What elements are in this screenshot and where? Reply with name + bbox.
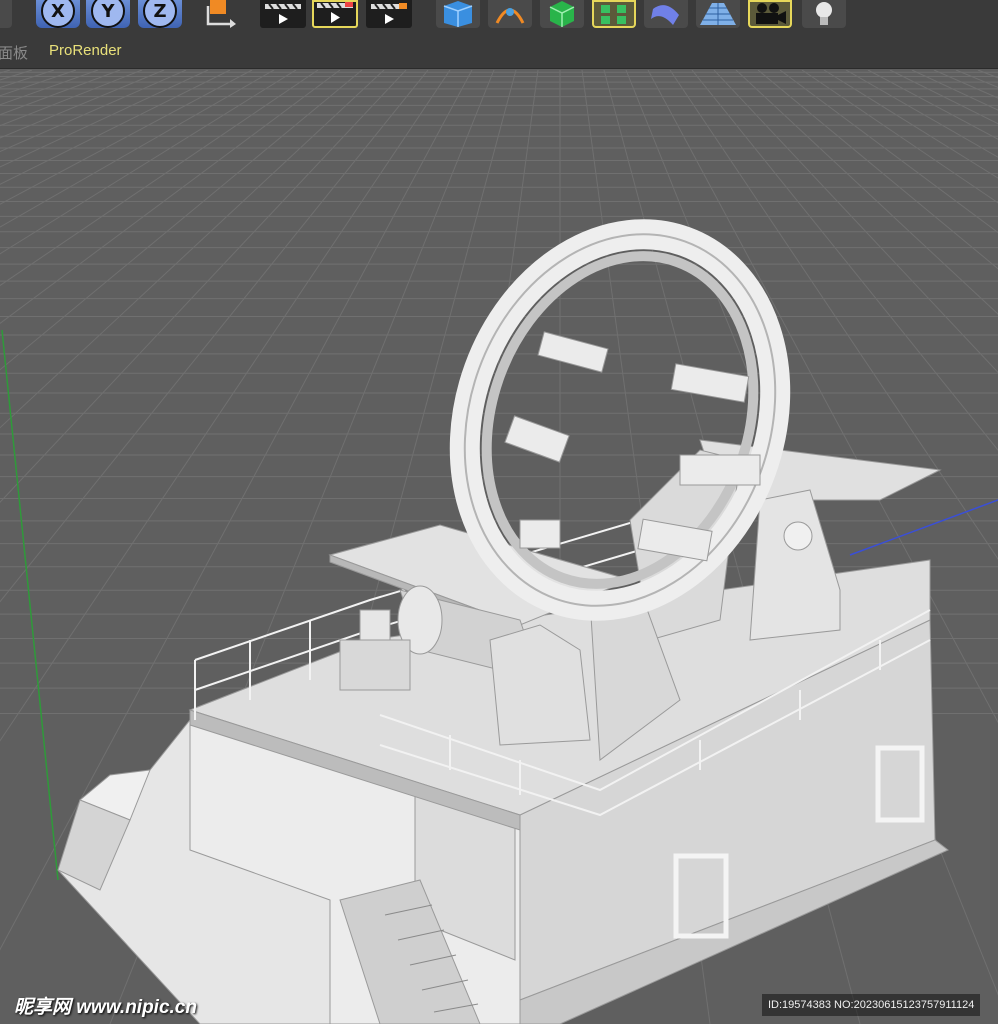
subdivision-icon xyxy=(549,1,575,27)
render-settings-icon xyxy=(371,3,407,24)
3d-viewport[interactable] xyxy=(0,70,998,1024)
watermark-logo: 昵享网 www.nipic.cn xyxy=(14,997,197,1018)
render-view-icon xyxy=(265,3,301,24)
floor-button[interactable] xyxy=(696,0,740,28)
light-button[interactable] xyxy=(802,0,846,28)
render-view-button[interactable] xyxy=(260,0,306,28)
menu-item-panel[interactable]: 面板 xyxy=(0,42,28,63)
camera-button[interactable] xyxy=(748,0,792,28)
x-axis-lock-icon: X xyxy=(41,0,75,28)
menu-item-prorender[interactable]: ProRender xyxy=(49,42,122,59)
cube-icon xyxy=(443,1,473,27)
deformer-button[interactable] xyxy=(644,0,688,28)
z-axis-lock-icon: Z xyxy=(143,0,177,28)
spline-pen-icon xyxy=(495,8,525,24)
light-icon xyxy=(816,2,832,25)
move-tool-icon[interactable] xyxy=(0,0,12,28)
floor-icon xyxy=(700,3,736,25)
main-toolbar: X Y Z xyxy=(0,0,998,30)
spline-pen-button[interactable] xyxy=(488,0,532,28)
menu-bar: 面板 ProRender xyxy=(0,30,998,69)
x-axis-lock-button[interactable]: X xyxy=(36,0,80,28)
camera-icon xyxy=(756,3,786,24)
render-picture-viewer-button[interactable] xyxy=(312,0,358,28)
deformer-icon xyxy=(651,5,679,25)
subdivision-button[interactable] xyxy=(540,0,584,28)
equipment-box xyxy=(339,639,411,691)
coordinate-system-button[interactable] xyxy=(196,0,244,28)
cube-button[interactable] xyxy=(436,0,480,28)
cloner-icon xyxy=(601,5,626,24)
z-axis-lock-button[interactable]: Z xyxy=(138,0,182,28)
y-axis-lock-button[interactable]: Y xyxy=(86,0,130,28)
viewport-canvas xyxy=(0,70,998,1024)
coordinate-system-icon xyxy=(206,0,236,28)
cloner-button[interactable] xyxy=(592,0,636,28)
render-picture-viewer-icon xyxy=(317,2,353,23)
watermark-id: ID:19574383 NO:20230615123757911124 xyxy=(762,994,981,1016)
y-axis-lock-icon: Y xyxy=(91,0,125,28)
render-settings-button[interactable] xyxy=(366,0,412,28)
